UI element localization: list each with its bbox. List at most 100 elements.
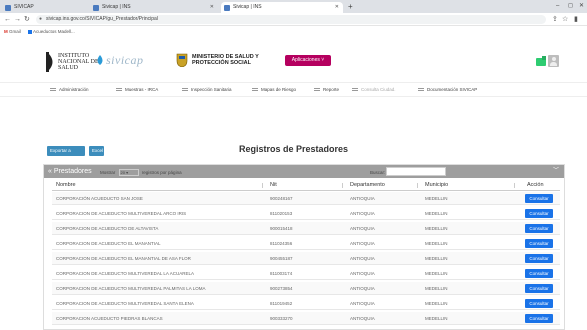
tab-label: Sivicap | INS [102,4,131,10]
lock-icon: ● [39,16,43,22]
new-tab-icon[interactable]: + [348,2,353,12]
maximize-icon[interactable]: ◻ [568,1,573,11]
sidepanel-icon[interactable]: ▮ [574,14,578,25]
user-avatar-icon[interactable] [548,55,559,67]
close-tab-icon[interactable]: ✕ [335,2,339,13]
cell-nombre: CORPORACION DE ACUEDUCTO MULTIVEREDAL LA… [56,271,194,276]
consultar-button[interactable]: Consultar [525,194,553,203]
table-row: CORPORACION DE ACUEDUCTO MULTIVEREDAL LA… [52,267,560,280]
reload-icon[interactable]: ↻ [24,14,30,25]
chevron-down-icon[interactable]: ﹀ [553,165,559,178]
cell-municipio: MEDELLIN [425,256,448,261]
cell-nit: 811019452 [270,301,293,306]
aplicaciones-button[interactable]: Aplicaciones ˅ [285,55,331,66]
site-header: INSTITUTO NACIONAL DE SALUD sivicap MINI… [0,36,587,82]
cell-nombre: CORPORACION ACUEDUCTO PIEDRAS BLANCAS [56,316,163,321]
ins-name: INSTITUTO NACIONAL DE SALUD [58,53,99,71]
panel-title: « Prestadores [48,168,92,175]
cell-nombre: CORPORACION DE ACUEDUCTO MULTIVEREDAL SA… [56,301,194,306]
consultar-button[interactable]: Consultar [525,314,553,323]
consultar-button[interactable]: Consultar [525,269,553,278]
sivicap-logo: sivicap [106,53,144,67]
url-text: sivicap.ins.gov.co/SIVICAP/gu_Prestador/… [46,16,158,22]
bookmark-acueductos[interactable]: Acueductos Madell... [28,27,75,36]
window-close-icon[interactable]: ✕ [579,1,584,11]
cell-nit: 900273854 [270,286,293,291]
cell-nombre: CORPORACION DE ACUEDUCTO EL MANANTIAL DE… [56,256,191,261]
messages-icon[interactable] [536,56,546,66]
tab-label: Sivicap | INS [233,4,262,10]
cell-nombre: CORPORACIÓN ACUEDUCTO SAN JOSE [56,196,143,201]
cell-nombre: CORPORACION DE ACUEDUCTO DE ALTAVISTA [56,226,159,231]
menu-icon [352,88,358,92]
cell-nombre: CORPORACION DE ACUEDUCTO MULTIVEREDAL PA… [56,286,206,291]
col-nombre[interactable]: Nombre [56,180,76,191]
consultar-button[interactable]: Consultar [525,299,553,308]
consultar-button[interactable]: Consultar [525,209,553,218]
col-departamento[interactable]: Departamento [350,180,385,191]
browser-tab-bar: SIVICAP Sivicap | INS ✕ Sivicap | INS ✕ … [0,0,587,13]
bookmark-gmail[interactable]: M Gmail [4,27,21,36]
back-icon[interactable]: ← [4,14,11,25]
minimize-icon[interactable]: – [556,1,559,11]
url-input[interactable]: ● sivicap.ins.gov.co/SIVICAP/gu_Prestado… [36,15,546,24]
cell-municipio: MEDELLIN [425,196,448,201]
menu-icon [418,88,424,92]
nav-mapas-de-riesgo[interactable]: Mapas de Riesgo [252,86,296,94]
double-arrow-icon: « [48,168,52,175]
nav-documentacion[interactable]: Documentación SIVICAP [418,86,477,94]
bookmark-favicon-icon [28,29,32,34]
close-tab-icon[interactable]: ✕ [210,2,214,13]
favicon-icon [5,5,11,11]
table-row: CORPORACION DE ACUEDUCTO EL MANANTIAL DE… [52,252,560,265]
table-row: CORPORACION DE ACUEDUCTO MULTIVEREDAL AR… [52,207,560,220]
cell-departamento: ANTIOQUIA [350,316,375,321]
cell-nombre: CORPORACION DE ACUEDUCTO MULTIVEREDAL AR… [56,211,187,216]
search-label: Buscar: [370,170,386,175]
share-icon[interactable]: ⇪ [552,14,558,25]
page-length-select[interactable]: 20 ▾ [118,169,139,177]
consultar-button[interactable]: Consultar [525,239,553,248]
col-accion[interactable]: Acción [527,180,544,191]
nav-reporte[interactable]: Reporte [314,86,339,94]
browser-tab-2[interactable]: Sivicap | INS ✕ [90,2,218,13]
cell-municipio: MEDELLIN [425,286,448,291]
table-row: CORPORACION DE ACUEDUCTO MULTIVEREDAL PA… [52,282,560,295]
nav-administracion[interactable]: Administración [50,86,89,94]
sort-icon [514,183,517,188]
cell-departamento: ANTIOQUIA [350,241,375,246]
consultar-button[interactable]: Consultar [525,284,553,293]
menu-icon [116,88,122,92]
cell-departamento: ANTIOQUIA [350,256,375,261]
forward-icon[interactable]: → [14,14,21,25]
consultar-button[interactable]: Consultar [525,254,553,263]
browser-tab-3[interactable]: Sivicap | INS ✕ [221,2,343,13]
bookmark-star-icon[interactable]: ☆ [562,14,568,25]
table-header: Nombre Nit Departamento Municipio Acción [52,180,560,191]
cell-departamento: ANTIOQUIA [350,301,375,306]
search-input[interactable] [386,167,446,176]
ministry-name: MINISTERIO DE SALUD Y PROTECCIÓN SOCIAL [192,54,259,66]
browser-tab-1[interactable]: SIVICAP [2,2,87,13]
col-municipio[interactable]: Municipio [425,180,448,191]
nav-muestras-irca[interactable]: Muestras - IRCA [116,86,158,94]
cell-departamento: ANTIOQUIA [350,286,375,291]
cell-municipio: MEDELLIN [425,226,448,231]
nav-inspeccion-sanitaria[interactable]: Inspección Sanitaria [182,86,232,94]
cell-nombre: CORPORACION DE ACUEDUCTO EL MANANTIAL [56,241,161,246]
cell-municipio: MEDELLIN [425,301,448,306]
cell-departamento: ANTIOQUIA [350,226,375,231]
nav-consulta-ciudadana[interactable]: Consulta Ciudad. [352,86,396,94]
favicon-icon [224,5,230,11]
cell-municipio: MEDELLIN [425,316,448,321]
address-bar-row: ← → ↻ ● sivicap.ins.gov.co/SIVICAP/gu_Pr… [0,13,587,26]
menu-icon [182,88,188,92]
col-nit[interactable]: Nit [270,180,277,191]
water-drop-icon [97,55,103,65]
consultar-button[interactable]: Consultar [525,224,553,233]
cell-municipio: MEDELLIN [425,241,448,246]
cell-nit: 900455187 [270,256,293,261]
sort-icon [262,183,265,188]
cell-municipio: MEDELLIN [425,271,448,276]
gmail-icon: M [4,29,8,34]
